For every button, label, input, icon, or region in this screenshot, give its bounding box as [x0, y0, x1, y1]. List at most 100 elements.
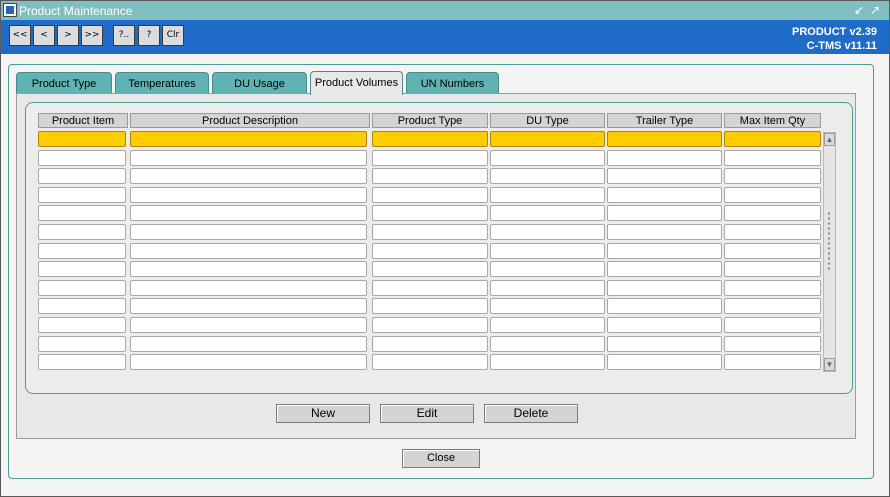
table-cell[interactable] — [130, 261, 367, 277]
table-cell[interactable] — [490, 224, 605, 240]
first-record-button[interactable]: << — [9, 25, 31, 46]
table-cell[interactable] — [130, 224, 367, 240]
table-cell[interactable] — [724, 150, 821, 166]
table-cell[interactable] — [130, 298, 367, 314]
tab-temperatures[interactable]: Temperatures — [115, 72, 209, 94]
table-cell[interactable] — [38, 150, 126, 166]
table-cell[interactable] — [490, 205, 605, 221]
scroll-grip-icon[interactable] — [827, 211, 831, 271]
table-cell[interactable] — [372, 298, 488, 314]
help-button[interactable]: ? — [138, 25, 160, 46]
table-cell[interactable] — [607, 336, 722, 352]
table-cell[interactable] — [38, 261, 126, 277]
table-cell[interactable] — [372, 317, 488, 333]
table-cell[interactable] — [490, 131, 605, 147]
table-cell[interactable] — [130, 150, 367, 166]
maximize-icon[interactable]: ↗ — [868, 3, 882, 17]
scroll-up-icon[interactable]: ▲ — [824, 133, 835, 146]
table-cell[interactable] — [607, 150, 722, 166]
table-cell[interactable] — [607, 131, 722, 147]
table-cell[interactable] — [490, 336, 605, 352]
table-cell[interactable] — [130, 168, 367, 184]
table-cell[interactable] — [38, 317, 126, 333]
new-button[interactable]: New — [276, 404, 370, 423]
table-cell[interactable] — [724, 243, 821, 259]
table-cell[interactable] — [724, 224, 821, 240]
table-cell[interactable] — [38, 336, 126, 352]
table-cell[interactable] — [724, 131, 821, 147]
last-record-button[interactable]: >> — [81, 25, 103, 46]
table-cell[interactable] — [38, 280, 126, 296]
table-cell[interactable] — [130, 131, 367, 147]
table-cell[interactable] — [372, 224, 488, 240]
query-button[interactable]: ?.. — [113, 25, 135, 46]
table-cell[interactable] — [130, 317, 367, 333]
next-record-button[interactable]: > — [57, 25, 79, 46]
table-cell[interactable] — [372, 131, 488, 147]
table-cell[interactable] — [372, 336, 488, 352]
table-cell[interactable] — [372, 261, 488, 277]
table-cell[interactable] — [724, 298, 821, 314]
table-cell[interactable] — [607, 261, 722, 277]
table-cell[interactable] — [724, 261, 821, 277]
table-cell[interactable] — [607, 354, 722, 370]
table-cell[interactable] — [372, 243, 488, 259]
table-cell[interactable] — [490, 243, 605, 259]
close-button[interactable]: Close — [402, 449, 480, 468]
table-cell[interactable] — [607, 168, 722, 184]
tab-product-volumes[interactable]: Product Volumes — [310, 71, 403, 95]
table-cell[interactable] — [130, 205, 367, 221]
table-cell[interactable] — [372, 150, 488, 166]
table-cell[interactable] — [372, 354, 488, 370]
table-cell[interactable] — [490, 298, 605, 314]
table-cell[interactable] — [38, 298, 126, 314]
table-cell[interactable] — [607, 280, 722, 296]
table-cell[interactable] — [724, 168, 821, 184]
title-bar[interactable]: Product Maintenance ↙ ↗ — [1, 1, 889, 20]
edit-button[interactable]: Edit — [380, 404, 474, 423]
delete-button[interactable]: Delete — [484, 404, 578, 423]
table-cell[interactable] — [38, 168, 126, 184]
tab-un-numbers[interactable]: UN Numbers — [406, 72, 499, 94]
table-cell[interactable] — [490, 280, 605, 296]
table-cell[interactable] — [490, 187, 605, 203]
table-cell[interactable] — [130, 243, 367, 259]
table-cell[interactable] — [607, 298, 722, 314]
table-cell[interactable] — [490, 354, 605, 370]
table-cell[interactable] — [372, 168, 488, 184]
table-cell[interactable] — [372, 280, 488, 296]
table-cell[interactable] — [372, 205, 488, 221]
table-cell[interactable] — [607, 187, 722, 203]
table-cell[interactable] — [38, 354, 126, 370]
tab-product-type[interactable]: Product Type — [16, 72, 112, 94]
previous-record-button[interactable]: < — [33, 25, 55, 46]
table-cell[interactable] — [372, 187, 488, 203]
table-cell[interactable] — [38, 187, 126, 203]
clear-button[interactable]: Clr — [162, 25, 184, 46]
table-cell[interactable] — [607, 205, 722, 221]
table-cell[interactable] — [130, 336, 367, 352]
table-cell[interactable] — [38, 243, 126, 259]
table-cell[interactable] — [490, 317, 605, 333]
table-cell[interactable] — [607, 243, 722, 259]
grid-scrollbar[interactable]: ▲ ▼ — [823, 132, 836, 372]
table-cell[interactable] — [724, 280, 821, 296]
minimize-icon[interactable]: ↙ — [852, 3, 866, 17]
table-cell[interactable] — [38, 205, 126, 221]
table-cell[interactable] — [607, 317, 722, 333]
tab-du-usage[interactable]: DU Usage — [212, 72, 307, 94]
table-cell[interactable] — [724, 354, 821, 370]
table-cell[interactable] — [130, 187, 367, 203]
table-cell[interactable] — [130, 354, 367, 370]
table-cell[interactable] — [490, 261, 605, 277]
table-cell[interactable] — [38, 224, 126, 240]
table-cell[interactable] — [724, 336, 821, 352]
table-cell[interactable] — [607, 224, 722, 240]
scroll-down-icon[interactable]: ▼ — [824, 358, 835, 371]
table-cell[interactable] — [724, 187, 821, 203]
table-cell[interactable] — [38, 131, 126, 147]
table-cell[interactable] — [724, 205, 821, 221]
table-cell[interactable] — [724, 317, 821, 333]
table-cell[interactable] — [130, 280, 367, 296]
table-cell[interactable] — [490, 150, 605, 166]
